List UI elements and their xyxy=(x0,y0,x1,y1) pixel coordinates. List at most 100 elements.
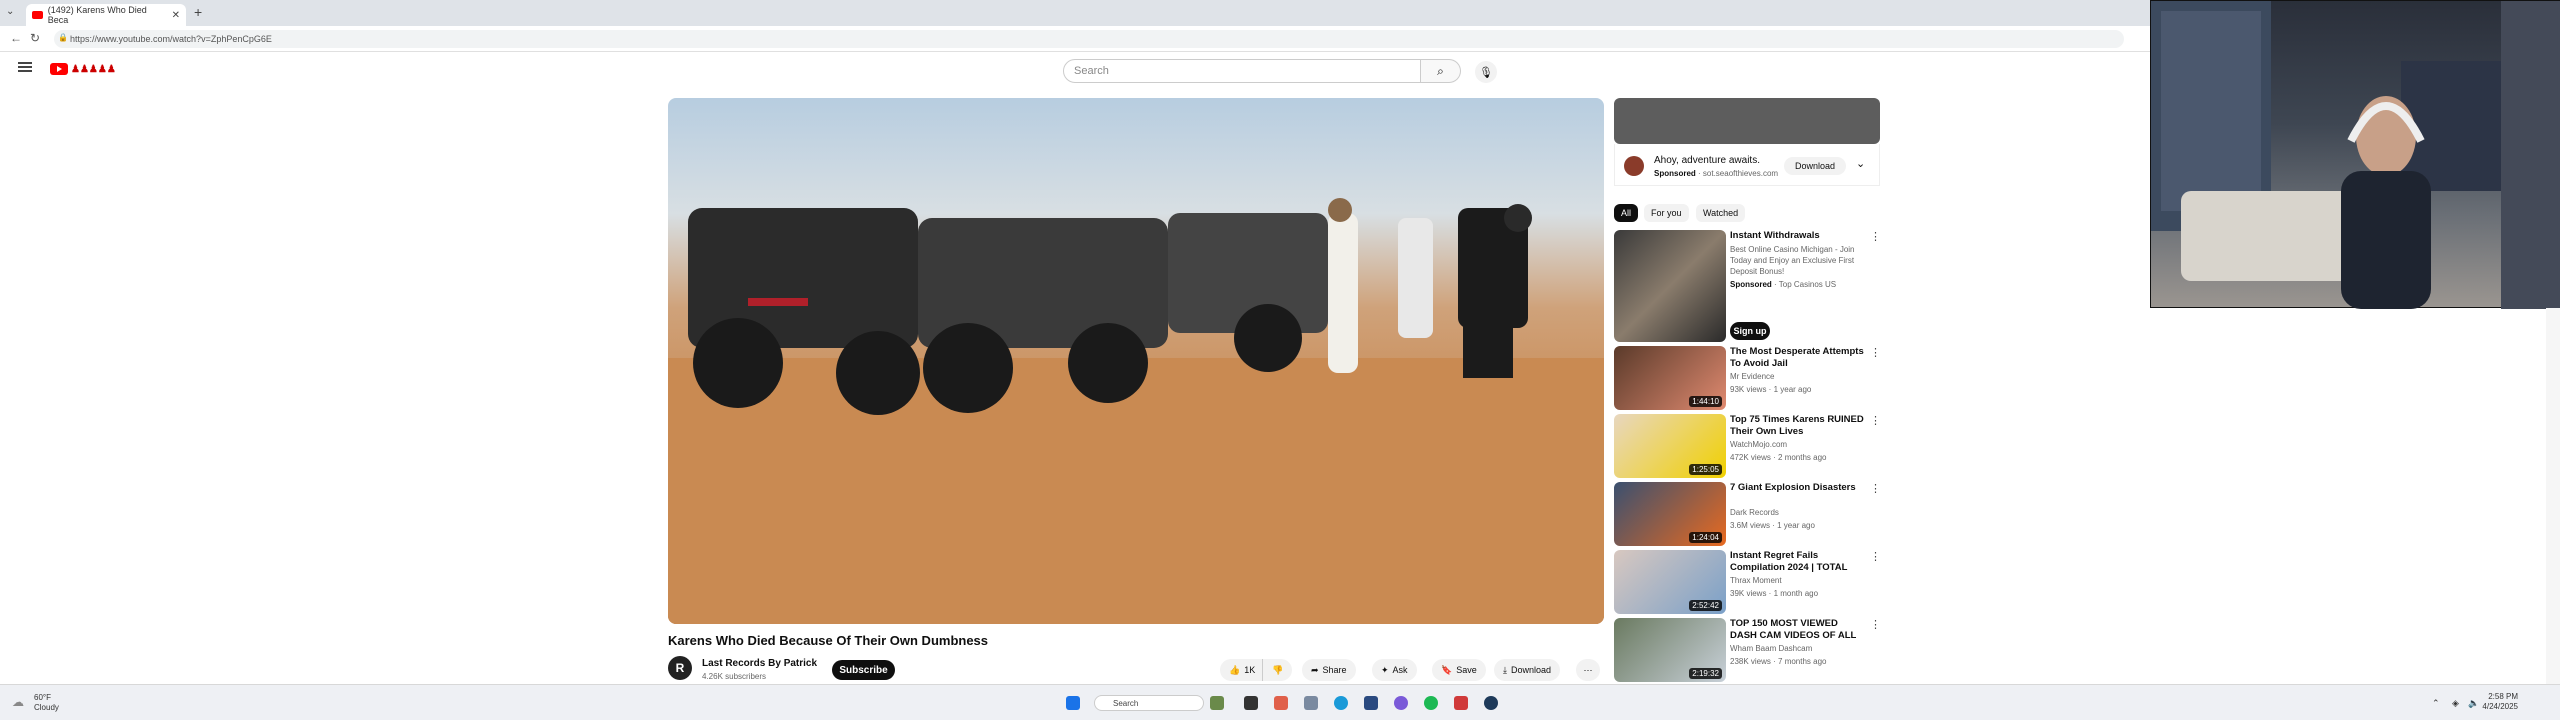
sponsored-title[interactable]: Instant Withdrawals xyxy=(1730,230,1820,241)
ad-sponsored-label: Sponsored xyxy=(1654,169,1696,178)
more-icon[interactable]: ⋮ xyxy=(1870,414,1881,427)
chip-all[interactable]: All xyxy=(1614,204,1639,222)
youtube-logo[interactable]: ♟♟♟♟♟ xyxy=(50,63,116,75)
back-icon[interactable]: ← xyxy=(10,31,22,45)
ad-title[interactable]: Ahoy, adventure awaits. xyxy=(1654,155,1760,166)
file-explorer-icon[interactable] xyxy=(1304,696,1318,710)
video-duration: 2:52:42 xyxy=(1689,600,1722,611)
video-duration: 1:44:10 xyxy=(1689,396,1722,407)
thumbs-down-icon: 👎 xyxy=(1272,664,1284,675)
recommended-meta: 238K views · 7 months ago xyxy=(1730,657,1827,666)
video-duration: 1:25:05 xyxy=(1689,464,1722,475)
edge-browser-icon[interactable] xyxy=(1334,696,1348,710)
like-button[interactable]: 👍 1K xyxy=(1220,659,1262,681)
tray-overflow-icon[interactable]: ⌃ xyxy=(2432,698,2440,709)
recommended-title[interactable]: 7 Giant Explosion Disasters xyxy=(1730,482,1865,494)
clock-date: 4/24/2025 xyxy=(2482,702,2518,711)
video-player[interactable] xyxy=(668,98,1604,624)
subscribe-button[interactable]: Subscribe xyxy=(832,660,895,680)
dislike-button[interactable]: 👎 xyxy=(1262,659,1292,681)
url-field[interactable]: 🔒 https://www.youtube.com/watch?v=ZphPen… xyxy=(54,30,2124,48)
site-info-icon[interactable]: 🔒 xyxy=(58,33,68,42)
menu-icon[interactable] xyxy=(18,62,32,72)
chip-for-you[interactable]: For you xyxy=(1644,204,1689,222)
bookmark-icon: 🔖 xyxy=(1441,664,1453,675)
recommended-title[interactable]: Instant Regret Fails Compilation 2024 | … xyxy=(1730,550,1865,574)
advertiser-avatar xyxy=(1624,156,1644,176)
store-icon[interactable] xyxy=(1364,696,1378,710)
recommended-channel[interactable]: Wham Baam Dashcam xyxy=(1730,644,1812,653)
app-icon[interactable] xyxy=(1274,696,1288,710)
more-actions-button[interactable]: ⋯ xyxy=(1576,659,1600,681)
spotify-icon[interactable] xyxy=(1424,696,1438,710)
search-input[interactable]: Search xyxy=(1063,59,1421,83)
recommended-channel[interactable]: WatchMojo.com xyxy=(1730,440,1787,449)
voice-search-button[interactable]: 🎙 xyxy=(1475,61,1497,83)
clock[interactable]: 2:58 PM 4/24/2025 xyxy=(2458,692,2518,712)
more-icon[interactable]: ⋮ xyxy=(1870,550,1881,563)
search-button[interactable]: ⌕ xyxy=(1421,59,1461,83)
video-thumbnail[interactable]: 1:25:05 xyxy=(1614,414,1726,478)
webcam-overlay xyxy=(2150,0,2560,309)
recommended-title[interactable]: TOP 150 MOST VIEWED DASH CAM VIDEOS OF A… xyxy=(1730,618,1865,642)
sponsored-description: Best Online Casino Michigan - Join Today… xyxy=(1730,245,1855,276)
channel-avatar[interactable]: R xyxy=(668,656,692,680)
like-count: 1K xyxy=(1244,665,1256,675)
chevron-down-icon[interactable]: ⌄ xyxy=(1856,157,1865,170)
save-button[interactable]: 🔖 Save xyxy=(1432,659,1486,681)
video-thumbnail[interactable]: 1:24:04 xyxy=(1614,482,1726,546)
download-button[interactable]: ⤓ Download xyxy=(1494,659,1561,681)
recommended-channel[interactable]: Dark Records xyxy=(1730,508,1779,517)
more-icon[interactable]: ⋮ xyxy=(1870,618,1881,631)
video-duration: 1:24:04 xyxy=(1689,532,1722,543)
ad-sponsor-line: Sponsored · sot.seaofthieves.com xyxy=(1654,169,1778,178)
page-scrollbar[interactable] xyxy=(2546,308,2560,684)
ad-download-button[interactable]: Download xyxy=(1784,157,1846,175)
video-duration: 2:19:32 xyxy=(1689,668,1722,679)
more-icon[interactable]: ⋮ xyxy=(1870,346,1881,359)
share-button[interactable]: ➦ Share xyxy=(1302,659,1356,681)
recommended-title[interactable]: Top 75 Times Karens RUINED Their Own Liv… xyxy=(1730,414,1865,438)
recommended-channel[interactable]: Mr Evidence xyxy=(1730,372,1774,381)
more-icon[interactable]: ⋮ xyxy=(1870,482,1881,495)
thumbs-up-icon: 👍 xyxy=(1229,664,1241,675)
recommended-meta: 39K views · 1 month ago xyxy=(1730,589,1819,598)
tab-list-icon[interactable]: ⌄ xyxy=(6,6,14,17)
video-thumbnail[interactable]: 2:52:42 xyxy=(1614,550,1726,614)
recommended-channel[interactable]: Thrax Moment xyxy=(1730,576,1782,585)
recommended-video[interactable]: 2:19:32 TOP 150 MOST VIEWED DASH CAM VIDE… xyxy=(1614,618,1881,684)
weather-temp: 60°F xyxy=(34,693,51,702)
close-tab-icon[interactable]: ✕ xyxy=(172,10,180,21)
share-icon: ➦ xyxy=(1311,664,1319,675)
app-icon[interactable] xyxy=(1454,696,1468,710)
browser-tab[interactable]: (1492) Karens Who Died Beca ✕ xyxy=(26,4,186,26)
video-frame xyxy=(668,198,1604,624)
sparkle-icon: ✦ xyxy=(1381,664,1389,675)
recommended-video[interactable]: 1:25:05 Top 75 Times Karens RUINED Their … xyxy=(1614,414,1881,480)
recommended-video[interactable]: 1:44:10 The Most Desperate Attempts To Av… xyxy=(1614,346,1881,412)
more-icon[interactable]: ⋮ xyxy=(1870,230,1881,243)
steam-icon[interactable] xyxy=(1484,696,1498,710)
recommended-video[interactable]: 2:52:42 Instant Regret Fails Compilation … xyxy=(1614,550,1881,616)
ad-domain: · sot.seaofthieves.com xyxy=(1698,169,1779,178)
chip-watched[interactable]: Watched xyxy=(1696,204,1746,222)
video-thumbnail[interactable]: 1:44:10 xyxy=(1614,346,1726,410)
share-label: Share xyxy=(1322,665,1347,675)
recommended-title[interactable]: The Most Desperate Attempts To Avoid Jai… xyxy=(1730,346,1865,370)
taskbar-search[interactable]: Search xyxy=(1094,695,1204,711)
reload-icon[interactable]: ↻ xyxy=(30,31,40,45)
weather-widget[interactable]: 60°F Cloudy xyxy=(34,693,59,713)
video-thumbnail[interactable]: 2:19:32 xyxy=(1614,618,1726,682)
widgets-icon[interactable] xyxy=(1210,696,1224,710)
channel-name[interactable]: Last Records By Patrick xyxy=(702,658,817,669)
new-tab-icon[interactable]: + xyxy=(194,4,202,20)
task-view-icon[interactable] xyxy=(1244,696,1258,710)
start-button-icon[interactable] xyxy=(1066,696,1080,710)
ad-banner-image[interactable] xyxy=(1614,98,1880,144)
sponsored-thumbnail[interactable] xyxy=(1614,230,1726,342)
app-icon[interactable] xyxy=(1394,696,1408,710)
ask-button[interactable]: ✦ Ask xyxy=(1372,659,1417,681)
recommended-meta: 3.6M views · 1 year ago xyxy=(1730,521,1815,530)
recommended-video[interactable]: 1:24:04 7 Giant Explosion Disasters Dark R… xyxy=(1614,482,1881,548)
sign-up-button[interactable]: Sign up xyxy=(1730,322,1770,340)
